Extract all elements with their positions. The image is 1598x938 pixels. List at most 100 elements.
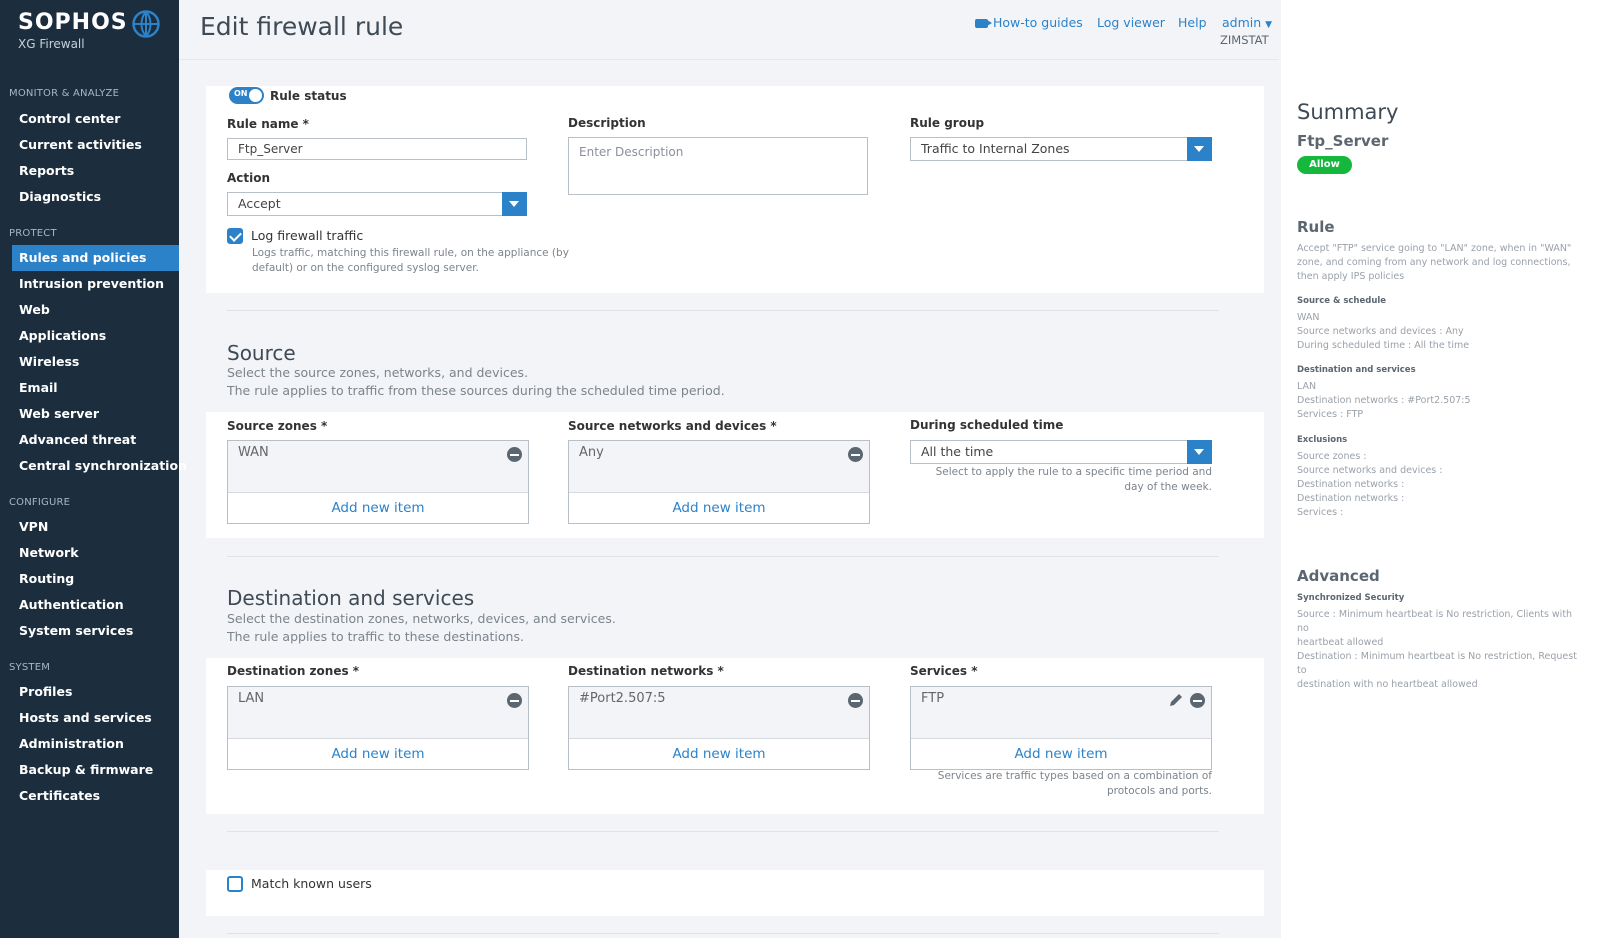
services-hint: Services are traffic types based on a co… bbox=[910, 769, 1212, 799]
sidebar-item-central-synchronization[interactable]: Central synchronization bbox=[12, 453, 187, 479]
sidebar-item-wireless[interactable]: Wireless bbox=[12, 349, 179, 375]
remove-icon[interactable] bbox=[1190, 693, 1205, 708]
list-item: #Port2.507:5 bbox=[569, 687, 869, 739]
summary-exclusions-heading: Exclusions bbox=[1297, 435, 1348, 445]
schedule-label: During scheduled time bbox=[910, 418, 1064, 432]
summary-source-line-2: Source networks and devices : Any bbox=[1297, 326, 1464, 337]
destination-zone-value: LAN bbox=[238, 691, 265, 706]
source-network-value: Any bbox=[579, 445, 604, 460]
remove-icon[interactable] bbox=[507, 447, 522, 462]
how-to-guides-link[interactable]: How-to guides bbox=[975, 15, 1083, 30]
source-networks-list: Any Add new item bbox=[568, 440, 870, 524]
sidebar-item-control-center[interactable]: Control center bbox=[12, 106, 179, 132]
dropdown-arrow-icon[interactable] bbox=[1187, 440, 1212, 464]
nav-section-protect: PROTECT bbox=[9, 228, 57, 239]
sidebar-item-intrusion-prevention[interactable]: Intrusion prevention bbox=[12, 271, 179, 297]
sidebar-item-current-activities[interactable]: Current activities bbox=[12, 132, 179, 158]
schedule-select[interactable]: All the time bbox=[910, 440, 1212, 464]
summary-source-details: WAN Source networks and devices : Any Du… bbox=[1297, 311, 1582, 353]
source-section-description: Select the source zones, networks, and d… bbox=[227, 364, 725, 400]
sidebar-item-routing[interactable]: Routing bbox=[12, 566, 179, 592]
action-select[interactable]: Accept bbox=[227, 192, 527, 216]
sidebar-item-web[interactable]: Web bbox=[12, 297, 179, 323]
add-new-item-button[interactable]: Add new item bbox=[911, 739, 1211, 769]
services-hint-line-2: protocols and ports. bbox=[1106, 785, 1212, 797]
sidebar-item-hosts-and-services[interactable]: Hosts and services bbox=[12, 705, 179, 731]
summary-exclusion-line-1: Source zones : bbox=[1297, 451, 1367, 462]
rule-group-label: Rule group bbox=[910, 116, 985, 130]
pencil-icon[interactable] bbox=[1168, 692, 1184, 708]
remove-icon[interactable] bbox=[507, 693, 522, 708]
destination-networks-label: Destination networks * bbox=[568, 664, 724, 678]
sidebar-item-email[interactable]: Email bbox=[12, 375, 179, 401]
rule-status-toggle[interactable]: ON bbox=[229, 87, 264, 104]
summary-exclusions-details: Source zones : Source networks and devic… bbox=[1297, 450, 1582, 520]
destination-section-title: Destination and services bbox=[227, 586, 475, 610]
sidebar-item-backup-firmware[interactable]: Backup & firmware bbox=[12, 757, 179, 783]
organization-name: ZIMSTAT bbox=[1220, 33, 1269, 47]
user-menu[interactable]: admin ▼ bbox=[1222, 15, 1272, 30]
globe-icon bbox=[132, 10, 160, 38]
sidebar-item-authentication[interactable]: Authentication bbox=[12, 592, 179, 618]
match-known-users-checkbox[interactable] bbox=[227, 876, 243, 892]
remove-icon[interactable] bbox=[848, 447, 863, 462]
sidebar-item-administration[interactable]: Administration bbox=[12, 731, 179, 757]
log-traffic-hint-line-2: default) or on the configured syslog ser… bbox=[252, 262, 479, 274]
add-new-item-button[interactable]: Add new item bbox=[569, 493, 869, 523]
dropdown-arrow-icon[interactable] bbox=[1187, 137, 1212, 161]
source-zone-value: WAN bbox=[238, 445, 269, 460]
source-desc-line-2: The rule applies to traffic from these s… bbox=[227, 383, 725, 398]
sidebar-item-applications[interactable]: Applications bbox=[12, 323, 179, 349]
summary-sync-security-heading: Synchronized Security bbox=[1297, 593, 1405, 603]
summary-rule-desc-line-3: then apply IPS policies bbox=[1297, 271, 1405, 282]
add-new-item-button[interactable]: Add new item bbox=[228, 739, 528, 769]
destination-zones-label: Destination zones * bbox=[227, 664, 360, 678]
section-divider bbox=[227, 310, 1219, 311]
add-new-item-button[interactable]: Add new item bbox=[569, 739, 869, 769]
list-item: LAN bbox=[228, 687, 528, 739]
log-traffic-checkbox[interactable] bbox=[227, 228, 243, 244]
rule-group-select[interactable]: Traffic to Internal Zones bbox=[910, 137, 1212, 161]
summary-exclusion-line-4: Destination networks : bbox=[1297, 493, 1405, 504]
sidebar-item-network[interactable]: Network bbox=[12, 540, 179, 566]
summary-rule-name: Ftp_Server bbox=[1297, 132, 1389, 150]
list-item: FTP bbox=[911, 687, 1211, 739]
description-textarea[interactable]: Enter Description bbox=[568, 137, 868, 195]
sidebar-item-profiles[interactable]: Profiles bbox=[12, 679, 179, 705]
summary-rule-desc-line-1: Accept "FTP" service going to "LAN" zone… bbox=[1297, 243, 1572, 254]
sidebar-item-advanced-threat[interactable]: Advanced threat bbox=[12, 427, 179, 453]
summary-exclusion-line-2: Source networks and devices : bbox=[1297, 465, 1443, 476]
sidebar-item-certificates[interactable]: Certificates bbox=[12, 783, 179, 809]
log-viewer-link[interactable]: Log viewer bbox=[1097, 15, 1165, 30]
summary-destination-details: LAN Destination networks : #Port2.507:5 … bbox=[1297, 380, 1582, 422]
rule-group-selected-value: Traffic to Internal Zones bbox=[921, 141, 1070, 156]
sophos-logo[interactable]: SOPHOS XG Firewall bbox=[18, 10, 128, 51]
summary-advanced-line-2: heartbeat allowed bbox=[1297, 637, 1384, 648]
list-item: WAN bbox=[228, 441, 528, 493]
summary-advanced-heading: Advanced bbox=[1297, 567, 1380, 585]
summary-exclusion-line-5: Services : bbox=[1297, 507, 1344, 518]
source-networks-label: Source networks and devices * bbox=[568, 419, 777, 433]
help-link[interactable]: Help bbox=[1178, 15, 1207, 30]
add-new-item-button[interactable]: Add new item bbox=[228, 493, 528, 523]
destination-section-description: Select the destination zones, networks, … bbox=[227, 610, 616, 646]
sidebar-item-rules-and-policies[interactable]: Rules and policies bbox=[12, 245, 179, 271]
services-hint-line-1: Services are traffic types based on a co… bbox=[937, 770, 1212, 782]
sidebar-item-diagnostics[interactable]: Diagnostics bbox=[12, 184, 179, 210]
schedule-hint-line-1: Select to apply the rule to a specific t… bbox=[935, 466, 1212, 478]
toggle-state-label: ON bbox=[234, 89, 248, 98]
sidebar: SOPHOS XG Firewall MONITOR & ANALYZE Con… bbox=[0, 0, 187, 938]
rule-name-input[interactable]: Ftp_Server bbox=[227, 138, 527, 160]
dropdown-arrow-icon[interactable] bbox=[502, 192, 527, 216]
user-name: admin bbox=[1222, 15, 1262, 30]
destination-zones-list: LAN Add new item bbox=[227, 686, 529, 770]
remove-icon[interactable] bbox=[848, 693, 863, 708]
sidebar-item-reports[interactable]: Reports bbox=[12, 158, 179, 184]
schedule-hint: Select to apply the rule to a specific t… bbox=[910, 465, 1212, 495]
sidebar-item-web-server[interactable]: Web server bbox=[12, 401, 179, 427]
sidebar-item-system-services[interactable]: System services bbox=[12, 618, 179, 644]
status-badge: Allow bbox=[1297, 156, 1352, 174]
destination-networks-list: #Port2.507:5 Add new item bbox=[568, 686, 870, 770]
summary-destination-line-2: Destination networks : #Port2.507:5 bbox=[1297, 395, 1471, 406]
sidebar-item-vpn[interactable]: VPN bbox=[12, 514, 179, 540]
